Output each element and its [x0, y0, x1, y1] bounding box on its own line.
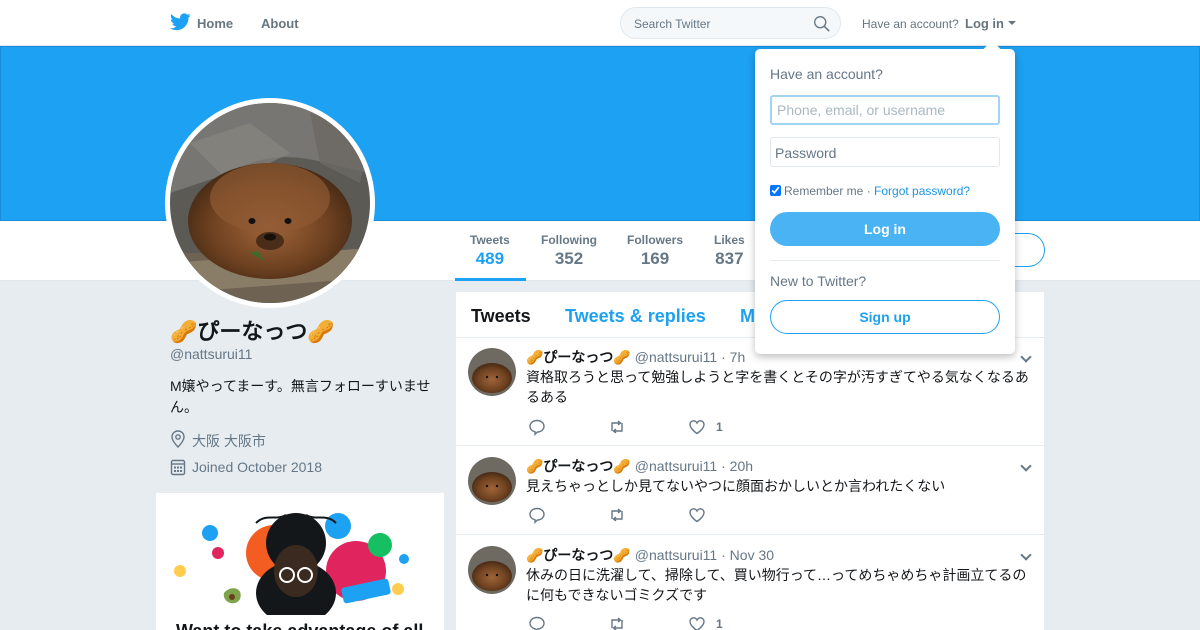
stat-followers[interactable]: Followers 169 [627, 233, 683, 269]
remember-me-label[interactable]: Remember me [784, 184, 863, 198]
tweet-separator: · [721, 458, 726, 474]
heart-icon[interactable] [688, 418, 706, 436]
password-placeholder: Password [775, 145, 837, 161]
have-account-text: Have an account? [862, 17, 959, 31]
search-placeholder: Search Twitter [634, 17, 711, 31]
heart-icon[interactable] [688, 506, 706, 524]
location-pin-icon [171, 430, 185, 448]
tweet-text: 休みの日に洗濯して、掃除して、買い物行って…ってめちゃめちゃ計画立てるのに何もで… [526, 567, 1027, 603]
chevron-down-icon[interactable] [1020, 549, 1032, 561]
tweet-avatar[interactable] [468, 457, 516, 505]
stat-label: Followers [627, 233, 684, 247]
chevron-down-icon[interactable] [1020, 460, 1032, 472]
tab-tweets[interactable]: Tweets [471, 306, 531, 327]
search-icon[interactable] [813, 15, 830, 32]
tweet-header: 🥜ぴーなっつ🥜 @nattsurui11 · 7h [526, 347, 745, 367]
active-stat-indicator [455, 278, 526, 281]
remember-me-row: Remember me · Forgot password? [770, 184, 970, 198]
login-dropdown: Have an account? Password Remember me · … [755, 49, 1015, 354]
retweet-icon[interactable] [608, 615, 626, 630]
stat-label: Following [541, 233, 597, 247]
beaver-photo [170, 103, 370, 303]
tweet-author-name[interactable]: 🥜ぴーなっつ🥜 [526, 458, 631, 474]
new-to-twitter-text: New to Twitter? [770, 273, 867, 289]
stat-label: Likes [714, 233, 745, 247]
tweet-text: 資格取ろうと思って勉強しようと字を書くとその字が汚すぎてやる気なくなるあるある [526, 369, 1029, 405]
joined-text: Joined October 2018 [192, 459, 322, 475]
tweet-avatar[interactable] [468, 348, 516, 396]
beaver-avatar-thumbnail [468, 348, 516, 396]
stat-label: Tweets [470, 233, 510, 247]
tweet-separator: · [721, 349, 726, 365]
profile-joined: Joined October 2018 [170, 458, 322, 479]
forgot-password-link[interactable]: Forgot password? [874, 184, 970, 198]
promo-title: Want to take advantage of all [176, 621, 423, 630]
beaver-avatar-thumbnail [468, 546, 516, 594]
tweet-text: 見えちゃっとしか見てないやつに顔面おかしいとか言われたくない [526, 478, 946, 494]
chevron-down-icon[interactable] [1008, 21, 1016, 25]
separator-dot: · [863, 184, 875, 198]
tweet-author-name[interactable]: 🥜ぴーなっつ🥜 [526, 349, 631, 365]
profile-avatar[interactable] [165, 98, 375, 308]
tweet-author-name[interactable]: 🥜ぴーなっつ🥜 [526, 547, 631, 563]
tweet-author-handle[interactable]: @nattsurui11 [635, 349, 717, 365]
signup-button[interactable]: Sign up [770, 300, 1000, 334]
chevron-down-icon[interactable] [1020, 351, 1032, 363]
tweet[interactable]: 🥜ぴーなっつ🥜 @nattsurui11 · 20h 見えちゃっとしか見てないや… [456, 447, 1044, 535]
reply-icon[interactable] [528, 418, 546, 436]
profile-handle[interactable]: @nattsurui11 [170, 346, 252, 362]
stat-value: 837 [715, 249, 744, 268]
tweet-timestamp[interactable]: Nov 30 [730, 547, 774, 563]
username-field[interactable] [770, 95, 1000, 125]
tweet-header: 🥜ぴーなっつ🥜 @nattsurui11 · 20h [526, 456, 753, 476]
login-menu-button[interactable]: Log in [965, 16, 1004, 31]
nav-about-link[interactable]: About [261, 16, 299, 31]
retweet-icon[interactable] [608, 418, 626, 436]
stat-value: 489 [475, 249, 505, 268]
profile-display-name: 🥜ぴーなっつ🥜 [170, 319, 335, 344]
stat-value: 352 [554, 249, 584, 268]
remember-me-checkbox[interactable] [770, 185, 781, 196]
stat-likes[interactable]: Likes 837 [714, 233, 745, 269]
search-input[interactable]: Search Twitter [620, 7, 841, 39]
profile-bio: M嬢やってまーす。無言フォローすいません。 [170, 378, 431, 415]
stat-following[interactable]: Following 352 [541, 233, 597, 269]
retweet-icon[interactable] [608, 506, 626, 524]
like-count[interactable]: 1 [716, 617, 723, 630]
nav-home-link[interactable]: Home [197, 16, 233, 31]
calendar-icon [170, 459, 186, 476]
tweet-separator: · [721, 547, 726, 563]
tweet[interactable]: 🥜ぴーなっつ🥜 @nattsurui11 · Nov 30 休みの日に洗濯して、… [456, 536, 1044, 630]
profile-location: 大阪 大阪市 [170, 430, 266, 451]
tweet-author-handle[interactable]: @nattsurui11 [635, 547, 717, 563]
login-button[interactable]: Log in [770, 212, 1000, 246]
location-text: 大阪 大阪市 [192, 433, 266, 449]
stat-value: 169 [640, 249, 670, 268]
tab-tweets-and-replies[interactable]: Tweets & replies [565, 306, 706, 327]
signup-promo-card: Want to take advantage of all [156, 493, 444, 630]
beaver-avatar-thumbnail [468, 457, 516, 505]
heart-icon[interactable] [688, 615, 706, 630]
dropdown-title: Have an account? [770, 66, 883, 82]
reply-icon[interactable] [528, 506, 546, 524]
tweet-header: 🥜ぴーなっつ🥜 @nattsurui11 · Nov 30 [526, 545, 774, 565]
tweet[interactable]: 🥜ぴーなっつ🥜 @nattsurui11 · 7h 資格取ろうと思って勉強しよう… [456, 338, 1044, 446]
tweet-timestamp[interactable]: 7h [730, 349, 746, 365]
like-count[interactable]: 1 [716, 420, 723, 434]
stat-tweets[interactable]: Tweets 489 [470, 233, 510, 269]
reply-icon[interactable] [528, 615, 546, 630]
twitter-bird-icon[interactable] [170, 13, 191, 31]
top-navigation-bar: Home About Search Twitter Have an accoun… [0, 0, 1200, 46]
promo-illustration [174, 513, 409, 625]
tweet-timestamp[interactable]: 20h [730, 458, 753, 474]
tweet-avatar[interactable] [468, 546, 516, 594]
tweet-author-handle[interactable]: @nattsurui11 [635, 458, 717, 474]
divider [770, 260, 1000, 261]
